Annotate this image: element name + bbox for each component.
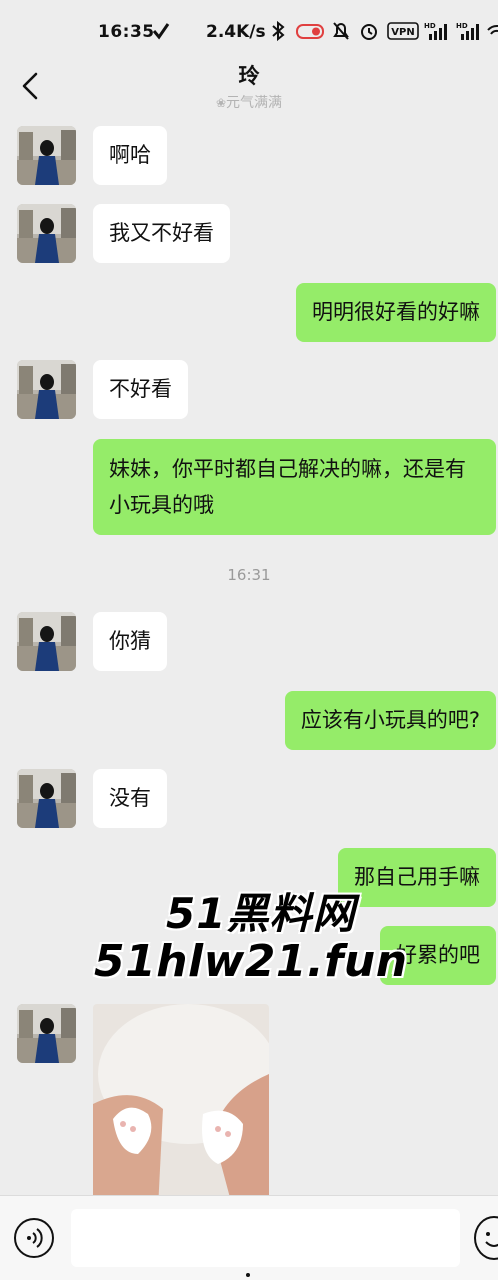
contact-avatar[interactable] [17,126,76,185]
contact-avatar[interactable] [17,360,76,419]
message-timestamp: 16:31 [227,566,271,584]
message-bubble-outgoing[interactable]: 应该有小玩具的吧? [284,691,496,750]
input-bar [0,1195,498,1280]
message-bubble-incoming[interactable]: 啊哈 [93,126,167,185]
voice-icon[interactable] [14,1218,54,1258]
message-list[interactable]: 啊哈 我又不好看 明明很好看的好嘛 不好看 妹妹，你平时都自己解决的嘛，还是有小… [0,120,498,1209]
message-bubble-incoming[interactable]: 我又不好看 [93,204,230,263]
wifi-icon [487,24,498,35]
network-speed: 2.4K/s [206,22,266,42]
home-indicator [246,1273,250,1277]
paw-icon: ❀ [215,96,227,110]
message-input[interactable] [71,1209,460,1267]
message-bubble-incoming[interactable]: 没有 [93,769,167,828]
message-bubble-outgoing[interactable]: 好累的吧 [380,926,496,985]
check-icon [152,23,170,40]
message-bubble-outgoing[interactable]: 明明很好看的好嘛 [296,283,496,342]
contact-avatar[interactable] [17,612,76,671]
contact-avatar[interactable] [17,204,76,263]
status-time: 16:35 [98,22,155,42]
emoji-icon[interactable] [474,1216,498,1260]
svg-text:VPN: VPN [391,27,414,38]
signal-icon-2: HD [456,22,479,40]
mute-bell-icon [333,22,349,40]
contact-avatar[interactable] [17,769,76,828]
svg-text:HD: HD [424,22,436,30]
contact-status: ❀元气满满 [215,95,283,111]
battery-saver-icon [296,24,324,39]
status-bar: 16:35 2.4K/s VPN HD HD [0,0,498,60]
message-bubble-outgoing[interactable]: 那自己用手嘛 [338,848,496,907]
message-bubble-outgoing[interactable]: 妹妹，你平时都自己解决的嘛，还是有小玩具的哦 [93,439,496,535]
message-image[interactable] [93,1004,269,1209]
vpn-icon: VPN [387,22,419,40]
svg-text:HD: HD [456,22,468,30]
message-bubble-incoming[interactable]: 不好看 [93,360,188,419]
alarm-icon [361,24,377,40]
chat-header: 玲 ❀元气满满 [0,56,498,120]
bluetooth-icon [272,20,285,42]
signal-icon-1: HD [424,22,447,40]
contact-avatar[interactable] [17,1004,76,1063]
message-bubble-incoming[interactable]: 你猜 [93,612,167,671]
contact-name[interactable]: 玲 [0,60,498,90]
